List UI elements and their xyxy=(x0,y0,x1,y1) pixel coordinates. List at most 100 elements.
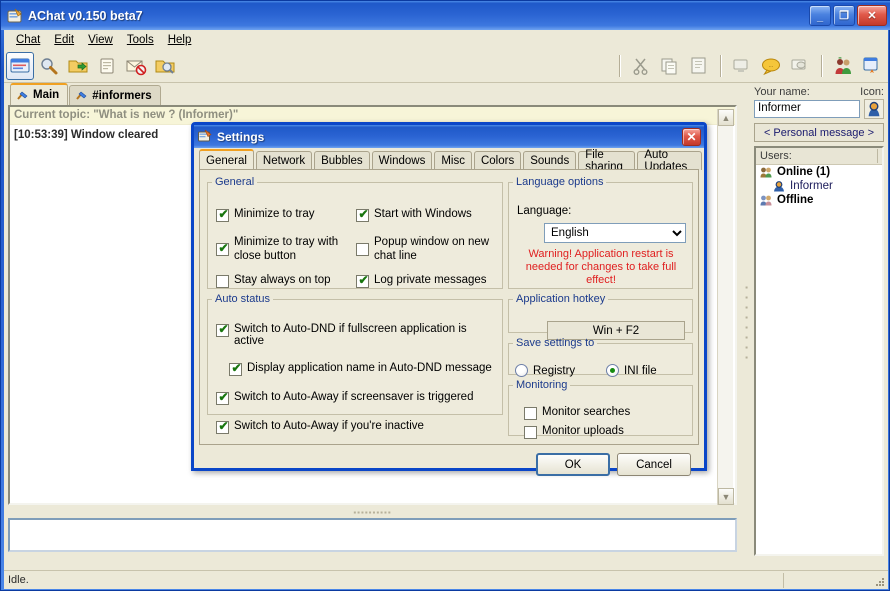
users-group-icon xyxy=(759,194,773,206)
folder-search-icon[interactable] xyxy=(151,52,179,80)
auto-status-group: Auto status Switch to Auto-DND if fullsc… xyxy=(207,293,503,434)
checkbox-box xyxy=(216,322,230,337)
checkbox-monitor-uploads[interactable]: Monitor uploads xyxy=(524,425,630,439)
chat-scrollbar[interactable]: ▲ ▼ xyxy=(717,109,734,505)
personal-message-button[interactable]: < Personal message > xyxy=(754,123,884,142)
statusbar: Idle. xyxy=(4,570,888,589)
broom-icon xyxy=(75,89,88,102)
checkbox-auto-away-inactive[interactable]: Switch to Auto-Away if you're inactive xyxy=(216,419,496,434)
chat-window-icon[interactable] xyxy=(6,52,34,80)
dialog-body: General Network Bubbles Windows Misc Col… xyxy=(194,148,704,476)
radio-ini-file[interactable]: INI file xyxy=(606,364,657,377)
tab-windows[interactable]: Windows xyxy=(371,151,433,170)
checkbox-label: Switch to Auto-Away if you're inactive xyxy=(234,420,424,432)
tab-general[interactable]: General xyxy=(199,149,254,170)
checkbox-box xyxy=(356,207,370,222)
message-input[interactable] xyxy=(8,518,737,552)
tab-network[interactable]: Network xyxy=(255,151,313,170)
checkbox-monitor-searches[interactable]: Monitor searches xyxy=(524,406,630,420)
cut-scissors-icon[interactable] xyxy=(627,52,655,80)
window-title: AChat v0.150 beta7 xyxy=(28,8,143,23)
name-input[interactable]: Informer xyxy=(754,100,860,118)
settings-tabs: General Network Bubbles Windows Misc Col… xyxy=(199,148,704,173)
menu-edit[interactable]: Edit xyxy=(47,32,81,48)
checkbox-box xyxy=(229,361,243,376)
radio-label: INI file xyxy=(624,364,657,377)
paste-icon[interactable] xyxy=(685,52,713,80)
name-row: Informer xyxy=(752,99,886,119)
speech-bubble-icon[interactable]: ... xyxy=(757,52,785,80)
user-group-offline[interactable]: Offline xyxy=(756,193,882,207)
chat-tab-main[interactable]: Main xyxy=(10,83,69,105)
toolbar-separator-3 xyxy=(821,55,822,77)
language-select[interactable]: English xyxy=(544,223,686,243)
maximize-button[interactable]: ❐ xyxy=(833,5,855,26)
hotkey-group-legend: Application hotkey xyxy=(516,293,606,305)
checkbox-auto-dnd-fullscreen[interactable]: Switch to Auto-DND if fullscreen applica… xyxy=(216,322,496,347)
window-buttons: _ ❐ ✕ xyxy=(809,5,887,26)
checkbox-box xyxy=(216,241,230,256)
screen-message-icon[interactable] xyxy=(786,52,814,80)
menu-tools[interactable]: Tools xyxy=(120,32,161,48)
minimize-button[interactable]: _ xyxy=(809,5,831,26)
menu-help[interactable]: Help xyxy=(161,32,199,48)
radio-button xyxy=(515,364,528,377)
checkbox-display-app-name-dnd[interactable]: Display application name in Auto-DND mes… xyxy=(229,361,496,376)
user-icon-button[interactable] xyxy=(864,99,884,119)
menu-view[interactable]: View xyxy=(81,32,120,48)
toolbar-message-group: ... xyxy=(726,52,816,80)
tab-colors[interactable]: Colors xyxy=(473,151,522,170)
tab-file-sharing[interactable]: File sharing xyxy=(578,149,636,173)
checkbox-box xyxy=(524,407,537,420)
blocked-mail-icon[interactable] xyxy=(122,52,150,80)
screen-disabled-icon[interactable] xyxy=(728,52,756,80)
user-group-label: Offline xyxy=(777,194,814,206)
dialog-close-button[interactable]: ✕ xyxy=(682,127,701,146)
open-folder-icon[interactable] xyxy=(64,52,92,80)
dialog-titlebar: Settings ✕ xyxy=(194,125,704,148)
menu-chat[interactable]: Chat xyxy=(9,32,47,48)
general-group-legend: General xyxy=(215,176,255,188)
copy-icon[interactable] xyxy=(656,52,684,80)
your-name-label: Your name: xyxy=(754,86,810,98)
icon-label: Icon: xyxy=(860,86,884,98)
checkbox-label: Popup window on new chat line xyxy=(374,236,490,262)
radio-button xyxy=(606,364,619,377)
broom-icon xyxy=(16,89,29,102)
search-users-icon[interactable] xyxy=(35,52,63,80)
cancel-button[interactable]: Cancel xyxy=(617,453,691,476)
language-options-group: Language options Language: English Warni… xyxy=(508,176,693,289)
vertical-splitter[interactable]: ▪▪▪▪▪▪▪▪ xyxy=(741,84,752,562)
application-hotkey-group: Application hotkey Win + F2 xyxy=(508,293,693,340)
checkbox-minimize-to-tray[interactable]: Minimize to tray xyxy=(216,207,356,222)
user-item-informer[interactable]: Informer xyxy=(756,179,882,193)
tab-misc[interactable]: Misc xyxy=(434,151,472,170)
scroll-down-icon[interactable]: ▼ xyxy=(718,488,734,505)
clipboard-notes-icon[interactable] xyxy=(93,52,121,80)
checkbox-box xyxy=(356,243,369,256)
checkbox-log-private-messages[interactable]: Log private messages xyxy=(356,273,498,288)
language-field-label: Language: xyxy=(517,205,572,217)
user-group-online[interactable]: Online (1) xyxy=(756,165,882,179)
scroll-up-icon[interactable]: ▲ xyxy=(718,109,734,126)
horizontal-splitter[interactable]: ▪▪▪▪▪▪▪▪▪▪ xyxy=(8,507,737,518)
checkbox-minimize-close-button[interactable]: Minimize to tray with close button xyxy=(216,235,356,263)
tab-bubbles[interactable]: Bubbles xyxy=(314,151,370,170)
tab-auto-updates[interactable]: Auto Updates xyxy=(637,149,702,173)
application-window: AChat v0.150 beta7 _ ❐ ✕ Chat Edit View … xyxy=(0,0,890,591)
close-button[interactable]: ✕ xyxy=(857,5,887,26)
users-group-icon[interactable] xyxy=(829,52,857,80)
radio-registry[interactable]: Registry xyxy=(515,364,575,377)
resize-grip-icon[interactable] xyxy=(874,576,886,588)
checkbox-label: Log private messages xyxy=(374,274,487,286)
rocket-window-icon[interactable] xyxy=(858,52,886,80)
checkbox-auto-away-screensaver[interactable]: Switch to Auto-Away if screensaver is tr… xyxy=(216,390,496,405)
checkbox-start-with-windows[interactable]: Start with Windows xyxy=(356,207,498,222)
checkbox-label: Monitor searches xyxy=(542,406,631,418)
tab-sounds[interactable]: Sounds xyxy=(523,151,577,170)
checkbox-stay-always-on-top[interactable]: Stay always on top xyxy=(216,274,356,288)
chat-tab-informers[interactable]: #informers xyxy=(69,85,161,105)
users-list[interactable]: Users: Online (1) Informer Offline xyxy=(754,146,884,556)
checkbox-popup-on-new-chat-line[interactable]: Popup window on new chat line xyxy=(356,235,498,263)
ok-button[interactable]: OK xyxy=(536,453,610,476)
